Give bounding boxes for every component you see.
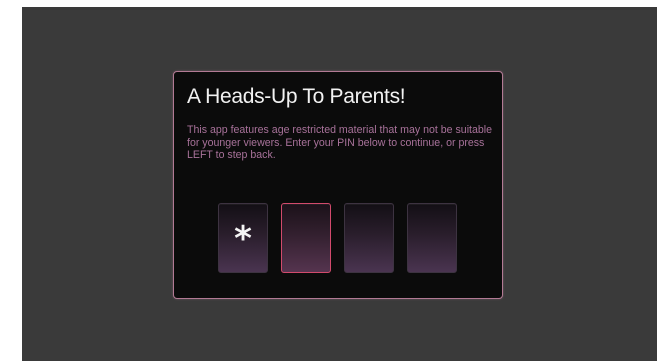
pin-digit-1-mask: * [234,219,252,259]
parental-pin-dialog: A Heads-Up To Parents! This app features… [173,71,503,299]
app-screen: A Heads-Up To Parents! This app features… [22,7,657,361]
pin-digit-1[interactable]: * [218,203,268,273]
dialog-title: A Heads-Up To Parents! [187,85,406,108]
pin-digit-3[interactable] [344,203,394,273]
pin-digit-2[interactable] [281,203,331,273]
dialog-message: This app features age restricted materia… [187,124,493,161]
pin-digit-4[interactable] [407,203,457,273]
